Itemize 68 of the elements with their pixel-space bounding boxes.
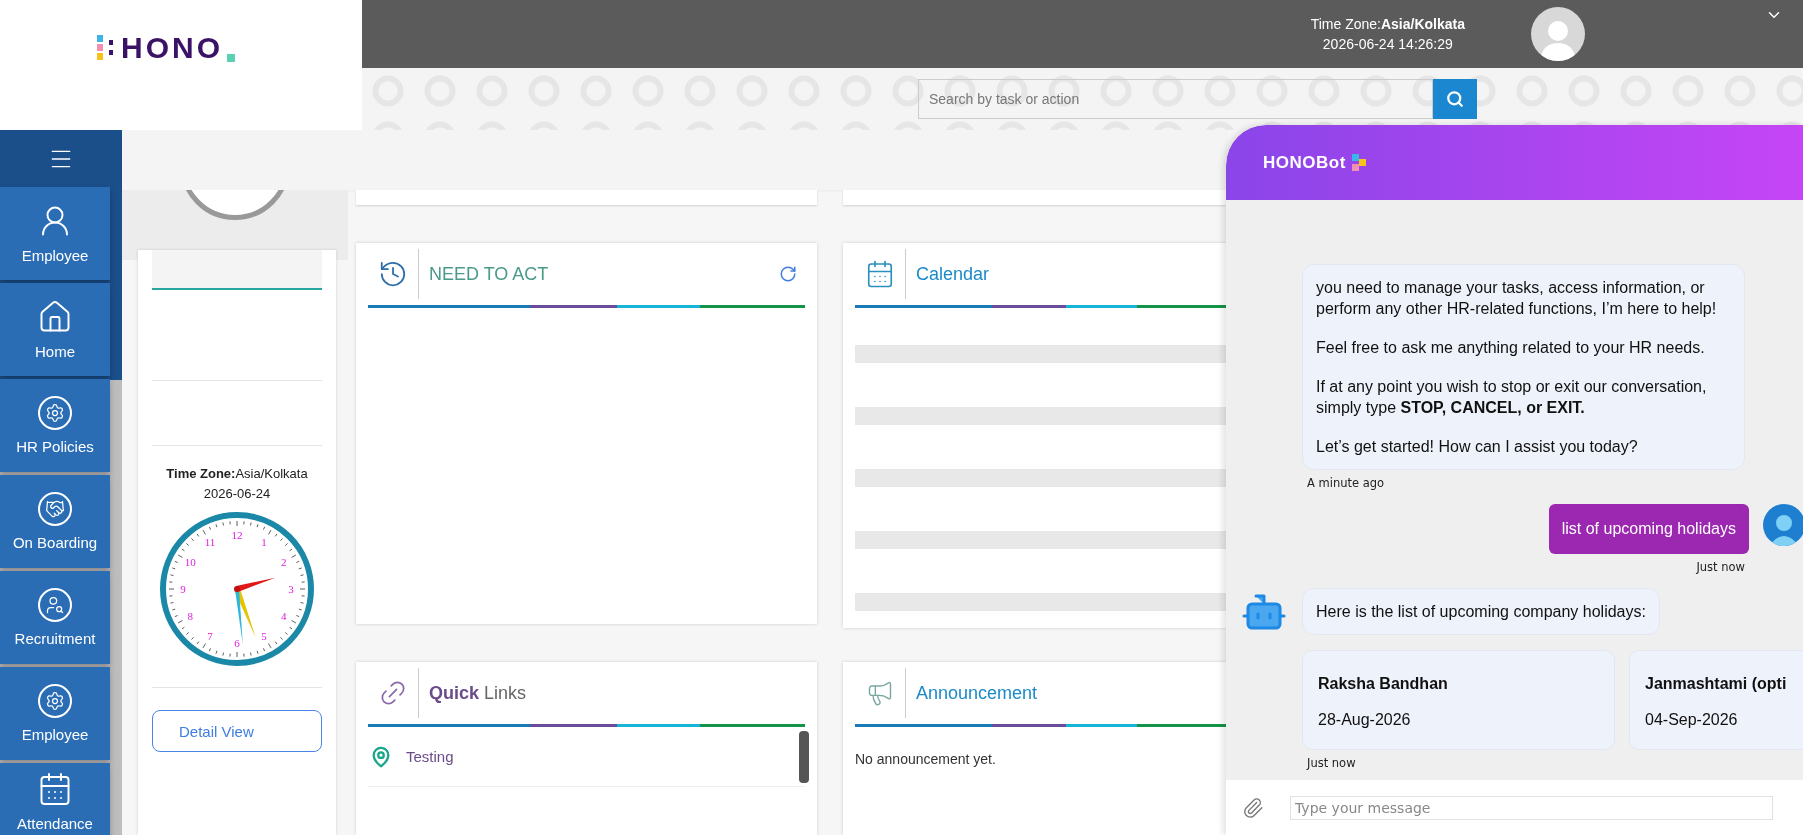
- bot-message: Here is the list of upcoming company holidays:: [1302, 588, 1660, 635]
- holiday-date: 28-Aug-2026: [1318, 711, 1412, 729]
- sidebar-item[interactable]: Attendance: [0, 763, 110, 835]
- sidebar-item[interactable]: Recruitment: [0, 571, 110, 664]
- scrollbar-thumb[interactable]: [799, 730, 809, 783]
- user-avatar-icon[interactable]: [1531, 7, 1585, 61]
- gear-icon: [38, 396, 72, 430]
- clock-numeral: 3: [288, 583, 294, 595]
- sidebar-item[interactable]: On Boarding: [0, 475, 110, 568]
- clock-hands: [234, 577, 276, 645]
- sidebar-item[interactable]: HR Policies: [0, 379, 110, 472]
- sidebar-label: Recruitment: [14, 630, 96, 647]
- clock-numeral: 12: [231, 529, 243, 541]
- logo: HONO: [121, 34, 223, 62]
- clock-numeral: 10: [184, 556, 196, 568]
- clock-numeral: 8: [187, 610, 193, 622]
- announcement-message: No announcement yet.: [855, 751, 997, 767]
- holiday-date: 04-Sep-2026: [1645, 711, 1739, 729]
- chat-title: HONOBot: [1263, 152, 1346, 173]
- quick-link[interactable]: Testing: [406, 748, 785, 765]
- sidebar-label: Attendance: [17, 815, 93, 832]
- clock-numeral: 9: [180, 583, 186, 595]
- message-time: Just now: [1305, 756, 1356, 770]
- search-field[interactable]: Search by task or action: [918, 79, 1433, 119]
- refresh-icon[interactable]: [779, 265, 797, 283]
- clock-numeral: 5: [261, 629, 267, 642]
- sidebar-item[interactable]: Employee: [0, 667, 110, 760]
- user-message: list of upcoming holidays: [1548, 504, 1749, 554]
- bot-logo-icon: [1351, 153, 1368, 172]
- widget-title: Calendar: [916, 263, 991, 285]
- sidebar-label: On Boarding: [12, 534, 98, 551]
- calendar-icon: [865, 259, 895, 289]
- clock-numeral: 6: [234, 637, 240, 649]
- bot-message: you need to manage your tasks, access information, or perform any other HR-related functions, I’m here to help! Feel free to ask me anything related to your HR needs. If at any point you wish to stop or exit our conversation, simply type STOP, CANCEL, or EXIT. Let’s get started! How can I assist you today?: [1302, 264, 1745, 470]
- date-time: 2026-06-24 14:26:29: [1321, 35, 1454, 54]
- user-avatar-icon: [1763, 504, 1803, 546]
- timezone: Time Zone:Asia/Kolkata: [1310, 15, 1465, 34]
- widget-title: NEED TO ACT: [429, 263, 550, 285]
- handshake-icon: [38, 492, 72, 526]
- sidebar-item[interactable]: Home: [0, 283, 110, 376]
- timezone: Time Zone:Asia/Kolkata: [166, 466, 308, 481]
- widget-title: Announcement: [916, 682, 1039, 704]
- sidebar-label: Employee: [21, 247, 89, 264]
- message-time: Just now: [1696, 560, 1746, 574]
- search-icon: [1446, 90, 1464, 108]
- pin-icon: [370, 745, 392, 768]
- clock-numeral: 11: [204, 536, 216, 549]
- widget-title: Quick Links: [429, 682, 528, 704]
- sidebar-label: Home: [35, 343, 75, 360]
- clock-numeral: 2: [281, 556, 287, 568]
- date: 2026-06-24: [203, 486, 271, 501]
- sidebar-label: HR Policies: [16, 438, 94, 455]
- clock-numeral: 1: [261, 536, 267, 549]
- holiday-name: Raksha Bandhan: [1318, 675, 1449, 693]
- holiday-name: Janmashtami (opti: [1645, 675, 1788, 693]
- attach-icon[interactable]: [1242, 796, 1264, 819]
- gear-icon: [38, 684, 72, 718]
- message-time: A minute ago: [1306, 476, 1385, 490]
- person-search-icon: [38, 588, 72, 622]
- clock-history-icon: [378, 259, 408, 289]
- sidebar-item[interactable]: Employee: [0, 187, 110, 280]
- clock-numeral: 4: [281, 610, 287, 622]
- message-input[interactable]: Type your message: [1290, 795, 1773, 820]
- clock-numeral: 7: [207, 629, 213, 642]
- sidebar-label: Employee: [21, 726, 89, 743]
- megaphone-icon: [866, 679, 894, 707]
- search-button[interactable]: [1433, 79, 1477, 119]
- detail-view-button[interactable]: Detail View: [152, 710, 322, 752]
